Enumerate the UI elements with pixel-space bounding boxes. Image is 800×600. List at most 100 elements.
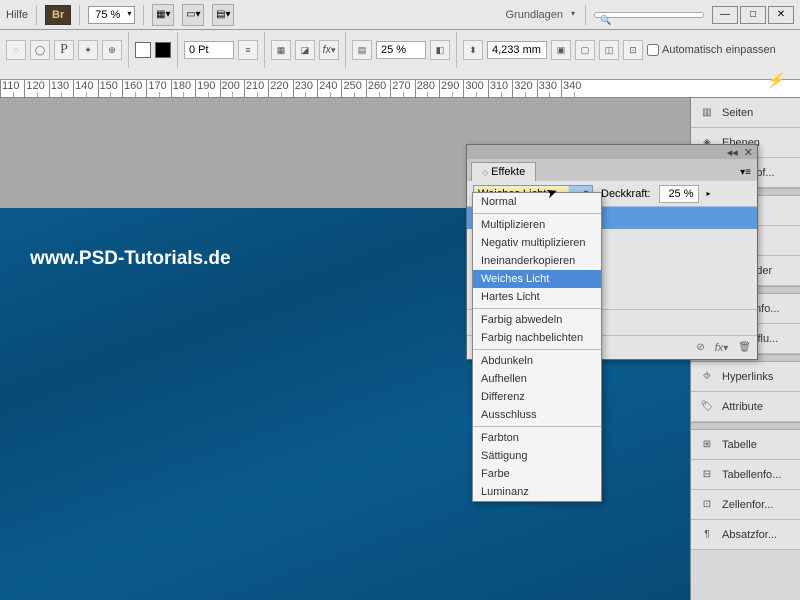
panel-label: Absatzfor... — [722, 529, 777, 541]
help-menu[interactable]: Hilfe — [6, 9, 28, 21]
blend-option[interactable]: Farbig abwedeln — [473, 311, 601, 329]
blend-option[interactable]: Ineinanderkopieren — [473, 252, 601, 270]
zoom-select[interactable]: 75 % — [88, 6, 135, 24]
ruler-tick: 130 — [49, 80, 73, 97]
arrange-icon[interactable]: ▤▾ — [212, 4, 234, 26]
ruler-tick: 110 — [0, 80, 24, 97]
view-options-icon[interactable]: ▦▾ — [152, 4, 174, 26]
tool-icon[interactable]: ◯ — [30, 40, 50, 60]
dropdown-separator — [473, 349, 601, 350]
opacity-label: Deckkraft: — [601, 188, 651, 200]
ruler-tick: 340 — [561, 80, 585, 97]
fill-swatch[interactable] — [135, 42, 151, 58]
autofit-checkbox[interactable]: Automatisch einpassen — [647, 44, 776, 56]
ruler-tick: 310 — [488, 80, 512, 97]
opacity-slider-icon[interactable]: ▸ — [707, 189, 711, 198]
blend-option[interactable]: Farbe — [473, 465, 601, 483]
separator — [177, 32, 178, 68]
blend-option[interactable]: Negativ multiplizieren — [473, 234, 601, 252]
ruler-tick: 170 — [146, 80, 170, 97]
ruler-tick: 120 — [24, 80, 48, 97]
close-icon[interactable]: ✕ — [744, 146, 753, 159]
dropdown-separator — [473, 308, 601, 309]
dropdown-separator — [473, 426, 601, 427]
panel-button-zellenfor[interactable]: ⊡Zellenfor... — [691, 490, 800, 520]
trash-icon[interactable]: 🗑 — [738, 342, 751, 353]
blend-option[interactable]: Abdunkeln — [473, 352, 601, 370]
effects-tab[interactable]: Effekte — [471, 162, 536, 181]
clear-icon[interactable]: ⊘ — [696, 342, 704, 353]
blend-option[interactable]: Luminanz — [473, 483, 601, 501]
panel-button-tabelle[interactable]: ⊞ Tabelle — [691, 430, 800, 460]
divider — [143, 5, 144, 25]
workspace-select[interactable]: Grundlagen — [500, 7, 578, 23]
panel-label: Attribute — [722, 401, 763, 413]
fit-icon[interactable]: ▣ — [551, 40, 571, 60]
panel-button-tabellenfo[interactable]: ⊟Tabellenfo... — [691, 460, 800, 490]
blend-option[interactable]: Aufhellen — [473, 370, 601, 388]
maximize-button[interactable]: □ — [740, 6, 766, 24]
tool-icon[interactable]: ◌ — [6, 40, 26, 60]
ruler-tick: 240 — [317, 80, 341, 97]
panel-button-absatzfor[interactable]: ¶ Absatzfor... — [691, 520, 800, 550]
screen-mode-icon[interactable]: ▭▾ — [182, 4, 204, 26]
blend-option[interactable]: Sättigung — [473, 447, 601, 465]
ruler-tick: 190 — [195, 80, 219, 97]
ruler-tick: 230 — [293, 80, 317, 97]
stroke-swatch[interactable] — [155, 42, 171, 58]
panel-icon: ¶ — [699, 528, 715, 542]
panel-label: Seiten — [722, 107, 753, 119]
fit-icon[interactable]: ◫ — [599, 40, 619, 60]
percent-field[interactable]: 25 % — [376, 41, 426, 59]
tool-icon[interactable]: ✦ — [78, 40, 98, 60]
search-input[interactable] — [594, 12, 704, 18]
ruler-tick: 270 — [390, 80, 414, 97]
blend-option[interactable]: Normal — [473, 193, 601, 211]
ruler-tick: 160 — [122, 80, 146, 97]
panel-icon: 🏷 — [699, 400, 715, 414]
blend-option[interactable]: Ausschluss — [473, 406, 601, 424]
stroke-style-icon[interactable]: ≡ — [238, 40, 258, 60]
panel-button-seiten[interactable]: ▥Seiten — [691, 98, 800, 128]
panel-menu-icon[interactable]: ▾≡ — [734, 164, 757, 181]
fitting-icon[interactable]: ⬍ — [463, 40, 483, 60]
options-bar: ◌ ◯ P ✦ ⊕ 0 Pt ≡ ▦ ◪ fx▾ ▤ 25 % ◧ ⬍ 4,23… — [0, 30, 800, 80]
drop-shadow-icon[interactable]: ◪ — [295, 40, 315, 60]
wrap-icon[interactable]: ▤ — [352, 40, 372, 60]
window-controls: — □ ✕ — [712, 6, 794, 24]
blend-option[interactable]: Multiplizieren — [473, 216, 601, 234]
fx-icon[interactable]: fx▾ — [319, 40, 339, 60]
fit-icon[interactable]: ⊡ — [623, 40, 643, 60]
minimize-button[interactable]: — — [712, 6, 738, 24]
blend-option[interactable]: Farbig nachbelichten — [473, 329, 601, 347]
panel-gap — [691, 422, 800, 430]
blend-option[interactable]: Farbton — [473, 429, 601, 447]
close-button[interactable]: ✕ — [768, 6, 794, 24]
width-field[interactable]: 4,233 mm — [487, 41, 547, 59]
panel-icon: ⊞ — [699, 438, 715, 452]
stroke-weight-field[interactable]: 0 Pt — [184, 41, 234, 59]
blend-option[interactable]: Hartes Licht — [473, 288, 601, 306]
divider — [79, 5, 80, 25]
ruler-tick: 210 — [244, 80, 268, 97]
corner-icon[interactable]: ◧ — [430, 40, 450, 60]
blend-option[interactable]: Differenz — [473, 388, 601, 406]
panel-label: Tabellenfo... — [722, 469, 781, 481]
collapse-icon[interactable]: ◂◂ — [727, 146, 738, 159]
fx-icon[interactable]: fx▾ — [715, 342, 729, 354]
paragraph-icon[interactable]: P — [54, 40, 74, 60]
ruler-tick: 250 — [341, 80, 365, 97]
ruler-tick: 300 — [463, 80, 487, 97]
panel-icon: ⯑ — [699, 370, 715, 384]
quick-apply-icon[interactable]: ⚡ — [767, 72, 794, 89]
fit-icon[interactable]: ▢ — [575, 40, 595, 60]
bridge-button[interactable]: Br — [45, 5, 71, 25]
panel-header[interactable]: ◂◂ ✕ — [467, 145, 757, 159]
tool-icon[interactable]: ⊕ — [102, 40, 122, 60]
effects-icon[interactable]: ▦ — [271, 40, 291, 60]
panel-button-attribute[interactable]: 🏷 Attribute — [691, 392, 800, 422]
opacity-field[interactable]: 25 % — [659, 185, 699, 203]
panel-label: Tabelle — [722, 439, 757, 451]
panel-button-hyperlinks[interactable]: ⯑Hyperlinks — [691, 362, 800, 392]
blend-option[interactable]: Weiches Licht — [473, 270, 601, 288]
